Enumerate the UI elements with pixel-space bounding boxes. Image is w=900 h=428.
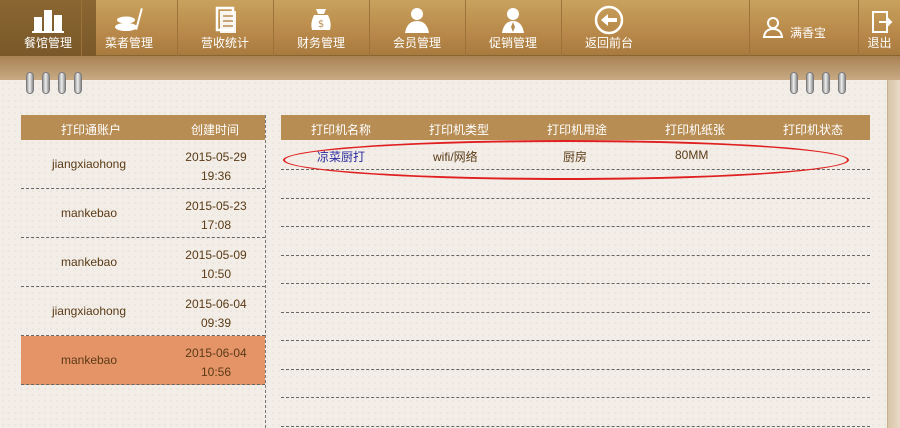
accounts-table: 打印通账户 创建时间 jiangxiaohong 2015-05-29 19:36… [21, 115, 265, 385]
nav-label: 返回前台 [584, 36, 633, 50]
logout-label: 退出 [867, 36, 892, 50]
nav-dish-management[interactable]: 菜者管理 [81, 0, 177, 56]
account-row[interactable]: jiangxiaohong 2015-05-29 19:36 [21, 140, 265, 189]
binder-ring [74, 72, 82, 94]
account-name: mankebao [60, 206, 118, 220]
empty-row [281, 199, 870, 227]
header-printer-status: 打印机状态 [783, 123, 844, 137]
annotation-ellipse [283, 140, 849, 180]
account-row[interactable]: mankebao 2015-05-23 17:08 [21, 189, 265, 238]
binder-ring [26, 72, 34, 94]
column-divider [265, 115, 266, 428]
accounts-table-header: 打印通账户 创建时间 [21, 115, 265, 140]
promo-icon [502, 8, 524, 33]
user-info[interactable]: 满香宝 [749, 0, 849, 56]
empty-row [281, 398, 870, 427]
money-bag-icon: $ [311, 9, 331, 30]
created-datetime: 2015-05-09 10:50 [185, 248, 247, 281]
buildings-icon [32, 10, 64, 33]
account-name: jiangxiaohong [51, 157, 127, 171]
user-icon [762, 17, 784, 38]
printers-table-header: 打印机名称 打印机类型 打印机用途 打印机纸张 打印机状态 [281, 115, 870, 140]
account-row[interactable]: jiangxiaohong 2015-06-04 09:39 [21, 287, 265, 336]
account-row-selected[interactable]: mankebao 2015-06-04 10:56 [21, 336, 265, 385]
header-account: 打印通账户 [61, 123, 122, 137]
header-printer-type: 打印机类型 [429, 123, 490, 137]
header-printer-usage: 打印机用途 [547, 123, 608, 137]
logout-button[interactable]: 退出 [858, 0, 900, 56]
binder-ring [42, 72, 50, 94]
binder-ring [58, 72, 66, 94]
notebook-band [0, 56, 900, 80]
svg-text:$: $ [318, 19, 324, 30]
nav-label: 促销管理 [488, 36, 537, 50]
header-printer-paper: 打印机纸张 [665, 123, 726, 137]
binder-ring [790, 72, 798, 94]
binder-ring [838, 72, 846, 94]
empty-row [281, 256, 870, 284]
nav-revenue-stats[interactable]: 营收统计 [177, 0, 273, 56]
created-datetime: 2015-06-04 10:56 [185, 346, 247, 379]
empty-row [281, 284, 870, 313]
empty-row [281, 313, 870, 341]
account-name: jiangxiaohong [51, 304, 127, 318]
notebook-spine [888, 80, 900, 428]
member-icon [405, 8, 429, 33]
back-arrow-icon [594, 5, 624, 35]
dishes-icon [115, 8, 143, 31]
nav-finance-management[interactable]: $ 财务管理 [273, 0, 369, 56]
nav-back-to-front[interactable]: 返回前台 [561, 0, 657, 56]
account-name: mankebao [60, 255, 118, 269]
empty-row [281, 341, 870, 370]
header-created-time: 创建时间 [191, 123, 240, 137]
nav-label: 营收统计 [200, 36, 249, 50]
created-datetime: 2015-06-04 09:39 [185, 297, 247, 330]
binder-ring [822, 72, 830, 94]
report-icon [215, 6, 236, 33]
nav-label: 菜者管理 [104, 36, 153, 50]
nav-member-management[interactable]: 会员管理 [369, 0, 465, 56]
empty-row [281, 370, 870, 398]
exit-icon [872, 11, 893, 33]
nav-label: 财务管理 [296, 36, 345, 50]
created-datetime: 2015-05-29 19:36 [185, 150, 247, 183]
username: 满香宝 [790, 26, 827, 40]
top-navigation: 餐馆管理 菜者管理 营收统计 $ 财务管理 会员管理 促销管理 返回前台 满香宝… [0, 0, 900, 56]
account-name: mankebao [60, 353, 118, 367]
nav-label: 会员管理 [392, 36, 441, 50]
account-row[interactable]: mankebao 2015-05-09 10:50 [21, 238, 265, 287]
header-printer-name: 打印机名称 [311, 123, 372, 137]
created-datetime: 2015-05-23 17:08 [185, 199, 247, 232]
empty-row [281, 227, 870, 256]
binder-ring [806, 72, 814, 94]
nav-promotion-management[interactable]: 促销管理 [465, 0, 561, 56]
